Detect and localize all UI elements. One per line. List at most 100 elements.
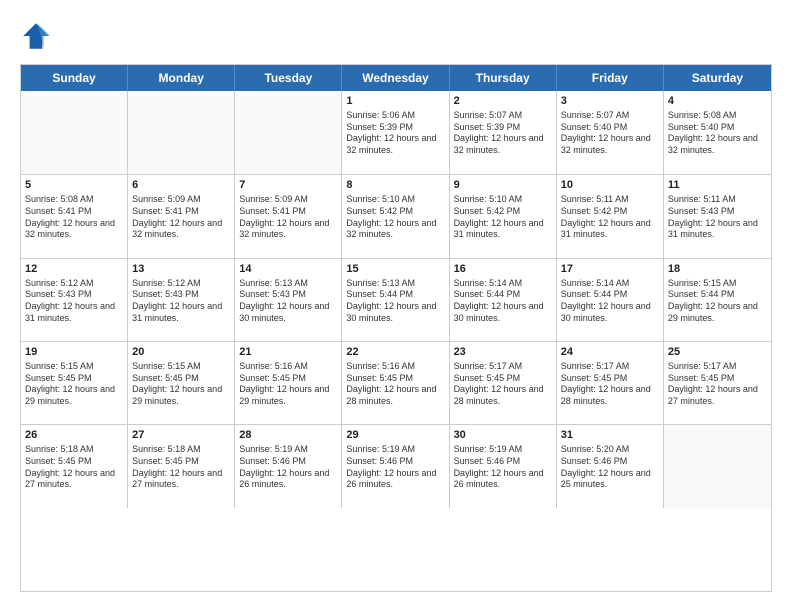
- calendar-cell: 7Sunrise: 5:09 AM Sunset: 5:41 PM Daylig…: [235, 175, 342, 257]
- cell-info: Sunrise: 5:19 AM Sunset: 5:46 PM Dayligh…: [346, 444, 444, 491]
- day-header-thursday: Thursday: [450, 65, 557, 91]
- logo-icon: [20, 20, 52, 52]
- cell-info: Sunrise: 5:18 AM Sunset: 5:45 PM Dayligh…: [132, 444, 230, 491]
- day-header-tuesday: Tuesday: [235, 65, 342, 91]
- cell-date: 25: [668, 345, 767, 360]
- calendar-cell: 21Sunrise: 5:16 AM Sunset: 5:45 PM Dayli…: [235, 342, 342, 424]
- cell-date: 7: [239, 178, 337, 193]
- cell-info: Sunrise: 5:07 AM Sunset: 5:39 PM Dayligh…: [454, 110, 552, 157]
- cell-info: Sunrise: 5:12 AM Sunset: 5:43 PM Dayligh…: [132, 278, 230, 325]
- cell-info: Sunrise: 5:09 AM Sunset: 5:41 PM Dayligh…: [239, 194, 337, 241]
- cell-info: Sunrise: 5:13 AM Sunset: 5:44 PM Dayligh…: [346, 278, 444, 325]
- logo: [20, 20, 56, 52]
- cell-info: Sunrise: 5:14 AM Sunset: 5:44 PM Dayligh…: [454, 278, 552, 325]
- cell-date: 20: [132, 345, 230, 360]
- cell-info: Sunrise: 5:15 AM Sunset: 5:44 PM Dayligh…: [668, 278, 767, 325]
- cell-info: Sunrise: 5:06 AM Sunset: 5:39 PM Dayligh…: [346, 110, 444, 157]
- cell-date: 8: [346, 178, 444, 193]
- calendar-cell: 14Sunrise: 5:13 AM Sunset: 5:43 PM Dayli…: [235, 259, 342, 341]
- calendar-cell: 25Sunrise: 5:17 AM Sunset: 5:45 PM Dayli…: [664, 342, 771, 424]
- cell-info: Sunrise: 5:09 AM Sunset: 5:41 PM Dayligh…: [132, 194, 230, 241]
- calendar-cell: [664, 425, 771, 507]
- cell-date: 6: [132, 178, 230, 193]
- calendar-cell: 12Sunrise: 5:12 AM Sunset: 5:43 PM Dayli…: [21, 259, 128, 341]
- cell-date: 28: [239, 428, 337, 443]
- calendar-cell: 22Sunrise: 5:16 AM Sunset: 5:45 PM Dayli…: [342, 342, 449, 424]
- calendar-cell: 26Sunrise: 5:18 AM Sunset: 5:45 PM Dayli…: [21, 425, 128, 507]
- calendar-cell: 28Sunrise: 5:19 AM Sunset: 5:46 PM Dayli…: [235, 425, 342, 507]
- cell-date: 10: [561, 178, 659, 193]
- calendar-grid: 1Sunrise: 5:06 AM Sunset: 5:39 PM Daylig…: [21, 91, 771, 591]
- cell-date: 18: [668, 262, 767, 277]
- calendar-cell: 3Sunrise: 5:07 AM Sunset: 5:40 PM Daylig…: [557, 91, 664, 174]
- calendar-cell: 6Sunrise: 5:09 AM Sunset: 5:41 PM Daylig…: [128, 175, 235, 257]
- calendar-cell: 24Sunrise: 5:17 AM Sunset: 5:45 PM Dayli…: [557, 342, 664, 424]
- cell-date: 19: [25, 345, 123, 360]
- calendar-cell: 15Sunrise: 5:13 AM Sunset: 5:44 PM Dayli…: [342, 259, 449, 341]
- cell-info: Sunrise: 5:16 AM Sunset: 5:45 PM Dayligh…: [346, 361, 444, 408]
- cell-date: 24: [561, 345, 659, 360]
- cell-date: 31: [561, 428, 659, 443]
- calendar-cell: 18Sunrise: 5:15 AM Sunset: 5:44 PM Dayli…: [664, 259, 771, 341]
- calendar-cell: 17Sunrise: 5:14 AM Sunset: 5:44 PM Dayli…: [557, 259, 664, 341]
- calendar-cell: 2Sunrise: 5:07 AM Sunset: 5:39 PM Daylig…: [450, 91, 557, 174]
- calendar-cell: [128, 91, 235, 174]
- cell-date: 11: [668, 178, 767, 193]
- cell-date: 9: [454, 178, 552, 193]
- cell-date: 23: [454, 345, 552, 360]
- cell-info: Sunrise: 5:08 AM Sunset: 5:40 PM Dayligh…: [668, 110, 767, 157]
- cell-info: Sunrise: 5:13 AM Sunset: 5:43 PM Dayligh…: [239, 278, 337, 325]
- day-header-wednesday: Wednesday: [342, 65, 449, 91]
- cell-info: Sunrise: 5:17 AM Sunset: 5:45 PM Dayligh…: [454, 361, 552, 408]
- calendar-cell: 1Sunrise: 5:06 AM Sunset: 5:39 PM Daylig…: [342, 91, 449, 174]
- calendar-cell: 11Sunrise: 5:11 AM Sunset: 5:43 PM Dayli…: [664, 175, 771, 257]
- calendar-cell: 10Sunrise: 5:11 AM Sunset: 5:42 PM Dayli…: [557, 175, 664, 257]
- cell-date: 17: [561, 262, 659, 277]
- cell-info: Sunrise: 5:19 AM Sunset: 5:46 PM Dayligh…: [454, 444, 552, 491]
- cell-date: 16: [454, 262, 552, 277]
- calendar-week: 19Sunrise: 5:15 AM Sunset: 5:45 PM Dayli…: [21, 341, 771, 424]
- header: [20, 20, 772, 52]
- calendar-week: 26Sunrise: 5:18 AM Sunset: 5:45 PM Dayli…: [21, 424, 771, 507]
- page: SundayMondayTuesdayWednesdayThursdayFrid…: [0, 0, 792, 612]
- cell-info: Sunrise: 5:10 AM Sunset: 5:42 PM Dayligh…: [454, 194, 552, 241]
- calendar-cell: 23Sunrise: 5:17 AM Sunset: 5:45 PM Dayli…: [450, 342, 557, 424]
- calendar-cell: 9Sunrise: 5:10 AM Sunset: 5:42 PM Daylig…: [450, 175, 557, 257]
- cell-info: Sunrise: 5:12 AM Sunset: 5:43 PM Dayligh…: [25, 278, 123, 325]
- cell-info: Sunrise: 5:15 AM Sunset: 5:45 PM Dayligh…: [25, 361, 123, 408]
- cell-info: Sunrise: 5:19 AM Sunset: 5:46 PM Dayligh…: [239, 444, 337, 491]
- cell-info: Sunrise: 5:18 AM Sunset: 5:45 PM Dayligh…: [25, 444, 123, 491]
- cell-info: Sunrise: 5:11 AM Sunset: 5:43 PM Dayligh…: [668, 194, 767, 241]
- calendar-week: 1Sunrise: 5:06 AM Sunset: 5:39 PM Daylig…: [21, 91, 771, 174]
- calendar-cell: 16Sunrise: 5:14 AM Sunset: 5:44 PM Dayli…: [450, 259, 557, 341]
- calendar-cell: [21, 91, 128, 174]
- day-header-monday: Monday: [128, 65, 235, 91]
- cell-date: 14: [239, 262, 337, 277]
- cell-date: 15: [346, 262, 444, 277]
- day-header-friday: Friday: [557, 65, 664, 91]
- cell-info: Sunrise: 5:08 AM Sunset: 5:41 PM Dayligh…: [25, 194, 123, 241]
- calendar-week: 12Sunrise: 5:12 AM Sunset: 5:43 PM Dayli…: [21, 258, 771, 341]
- cell-date: 2: [454, 94, 552, 109]
- calendar-cell: 27Sunrise: 5:18 AM Sunset: 5:45 PM Dayli…: [128, 425, 235, 507]
- cell-info: Sunrise: 5:11 AM Sunset: 5:42 PM Dayligh…: [561, 194, 659, 241]
- cell-info: Sunrise: 5:15 AM Sunset: 5:45 PM Dayligh…: [132, 361, 230, 408]
- day-headers: SundayMondayTuesdayWednesdayThursdayFrid…: [21, 65, 771, 91]
- cell-date: 4: [668, 94, 767, 109]
- calendar-cell: [235, 91, 342, 174]
- calendar-week: 5Sunrise: 5:08 AM Sunset: 5:41 PM Daylig…: [21, 174, 771, 257]
- cell-info: Sunrise: 5:17 AM Sunset: 5:45 PM Dayligh…: [561, 361, 659, 408]
- calendar-cell: 31Sunrise: 5:20 AM Sunset: 5:46 PM Dayli…: [557, 425, 664, 507]
- calendar-cell: 5Sunrise: 5:08 AM Sunset: 5:41 PM Daylig…: [21, 175, 128, 257]
- cell-info: Sunrise: 5:20 AM Sunset: 5:46 PM Dayligh…: [561, 444, 659, 491]
- cell-date: 3: [561, 94, 659, 109]
- cell-date: 5: [25, 178, 123, 193]
- cell-date: 13: [132, 262, 230, 277]
- calendar-cell: 20Sunrise: 5:15 AM Sunset: 5:45 PM Dayli…: [128, 342, 235, 424]
- cell-info: Sunrise: 5:14 AM Sunset: 5:44 PM Dayligh…: [561, 278, 659, 325]
- calendar-cell: 4Sunrise: 5:08 AM Sunset: 5:40 PM Daylig…: [664, 91, 771, 174]
- day-header-saturday: Saturday: [664, 65, 771, 91]
- calendar-cell: 13Sunrise: 5:12 AM Sunset: 5:43 PM Dayli…: [128, 259, 235, 341]
- calendar-cell: 29Sunrise: 5:19 AM Sunset: 5:46 PM Dayli…: [342, 425, 449, 507]
- cell-date: 22: [346, 345, 444, 360]
